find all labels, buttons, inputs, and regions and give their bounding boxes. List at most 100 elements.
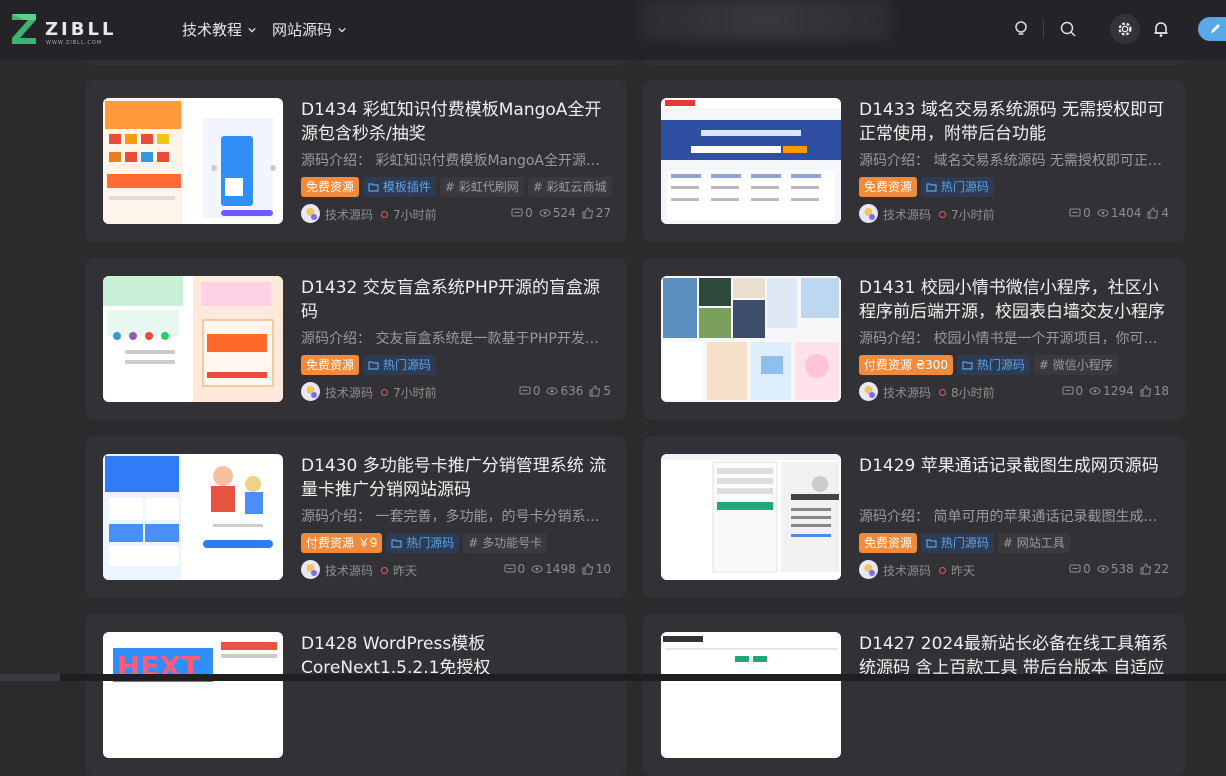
nav-item-tutorials[interactable]: 技术教程	[182, 19, 256, 40]
post-meta: 技术源码 8小时前 0 1294 18	[859, 382, 1169, 402]
post-thumbnail[interactable]: HEXT	[103, 632, 283, 758]
nav-label: 网站源码	[272, 21, 333, 39]
post-thumbnail[interactable]	[661, 98, 841, 224]
view-count: 1498	[531, 562, 576, 576]
post-title[interactable]: D1432 交友盲盒系统PHP开源的盲盒源码	[301, 276, 611, 324]
like-count[interactable]: 4	[1147, 206, 1169, 220]
count-value: 0	[525, 206, 533, 220]
post-card[interactable]: D1427 2024最新站长必备在线工具箱系统源码 含上百款工具 带后台版本 自…	[643, 614, 1185, 776]
write-post-button[interactable]	[1198, 17, 1226, 41]
author-avatar[interactable]	[301, 382, 320, 401]
post-title[interactable]: D1431 校园小情书微信小程序，社区小程序前后端开源，校园表白墙交友小程序	[859, 276, 1169, 324]
tag-paid-resource[interactable]: 付费资源 ￥9	[301, 533, 383, 553]
tag-category[interactable]: 模板插件	[363, 177, 436, 197]
count-value: 22	[1153, 562, 1169, 576]
post-time: 昨天	[951, 564, 976, 578]
site-logo[interactable]: ZIBLL WWW.ZIBLL.COM	[10, 12, 120, 48]
like-count[interactable]: 10	[582, 562, 611, 576]
tag-topic[interactable]: # 彩虹代刷网	[439, 177, 524, 197]
author-name[interactable]: 技术源码	[325, 206, 373, 223]
author-name[interactable]: 技术源码	[325, 562, 373, 579]
author-name[interactable]: 技术源码	[883, 206, 931, 223]
tag-free-resource[interactable]: 免费资源	[859, 177, 918, 197]
thumbs-up-icon	[1147, 207, 1159, 219]
lightbulb-icon[interactable]	[1011, 19, 1031, 39]
tag-topic[interactable]: # 网站工具	[997, 533, 1070, 553]
like-count[interactable]: 27	[582, 206, 611, 220]
tag-paid-resource[interactable]: 付费资源 ₴300	[859, 355, 954, 375]
post-thumbnail[interactable]	[103, 276, 283, 402]
tag-topic[interactable]: # 微信小程序	[1033, 355, 1118, 375]
post-card[interactable]: D1430 多功能号卡推广分销管理系统 流量卡推广分销网站源码 源码介绍： 一套…	[85, 436, 627, 598]
nav-item-source-code[interactable]: 网站源码	[272, 19, 346, 40]
view-count: 1294	[1089, 384, 1134, 398]
like-count[interactable]: 5	[589, 384, 611, 398]
blurred-banner	[640, 0, 890, 40]
count-value: 0	[517, 562, 526, 576]
horizontal-scrollbar[interactable]	[0, 674, 1226, 681]
author-name[interactable]: 技术源码	[883, 384, 931, 401]
post-title[interactable]: D1427 2024最新站长必备在线工具箱系统源码 含上百款工具 带后台版本 自…	[859, 632, 1169, 680]
scrollbar-thumb[interactable]	[0, 674, 60, 681]
count-value: 0	[532, 384, 541, 398]
count-value: 1404	[1110, 206, 1142, 220]
tag-label: 热门源码	[940, 536, 989, 550]
post-thumbnail[interactable]	[661, 632, 841, 758]
author-avatar[interactable]	[301, 560, 320, 579]
author-avatar[interactable]	[859, 560, 878, 579]
theme-toggle-button[interactable]	[1110, 14, 1140, 44]
comment-count: 0	[1062, 384, 1083, 398]
comment-count: 0	[519, 384, 541, 398]
post-thumbnail[interactable]	[661, 276, 841, 402]
post-title[interactable]: D1430 多功能号卡推广分销管理系统 流量卡推广分销网站源码	[301, 454, 611, 502]
like-count[interactable]: 22	[1140, 562, 1169, 576]
time-dot	[939, 211, 946, 218]
tag-free-resource[interactable]: 免费资源	[301, 177, 360, 197]
author-name[interactable]: 技术源码	[883, 562, 931, 579]
tag-label: 热门源码	[976, 358, 1025, 372]
post-title[interactable]: D1434 彩虹知识付费模板MangoA全开源包含秒杀/抽奖	[301, 98, 611, 146]
tag-category[interactable]: 热门源码	[957, 355, 1030, 375]
tag-category[interactable]: 热门源码	[386, 533, 460, 553]
post-meta: 技术源码 昨天 0 538 22	[859, 560, 1169, 580]
author-avatar[interactable]	[301, 204, 320, 223]
eye-icon	[539, 209, 551, 217]
post-time: 8小时前	[951, 386, 995, 400]
tag-category[interactable]: 热门源码	[363, 355, 436, 375]
post-card[interactable]: D1432 交友盲盒系统PHP开源的盲盒源码 源码介绍： 交友盲盒系统是一款基于…	[85, 258, 627, 420]
post-card[interactable]: D1433 域名交易系统源码 无需授权即可正常使用，附带后台功能 源码介绍： 域…	[643, 80, 1185, 242]
post-stats: 0 1294 18	[1062, 384, 1169, 398]
search-icon[interactable]	[1058, 19, 1078, 39]
thumbs-up-icon	[1140, 385, 1151, 397]
post-thumbnail[interactable]	[103, 98, 283, 224]
bell-icon[interactable]	[1151, 19, 1171, 39]
tag-category[interactable]: 热门源码	[921, 533, 994, 553]
like-count[interactable]: 18	[1140, 384, 1169, 398]
tag-free-resource[interactable]: 免费资源	[859, 533, 918, 553]
post-time: 7小时前	[393, 386, 437, 400]
author-avatar[interactable]	[859, 382, 878, 401]
post-card[interactable]: HEXT D1428 WordPress模板CoreNext1.5.2.1免授权	[85, 614, 627, 776]
post-stats: 0 524 27	[511, 206, 611, 220]
post-card[interactable]: D1429 苹果通话记录截图生成网页源码 源码介绍： 简单可用的苹果通话记录截图…	[643, 436, 1185, 598]
tag-topic[interactable]: # 多功能号卡	[463, 533, 548, 553]
post-thumbnail[interactable]	[103, 454, 283, 580]
tag-topic[interactable]: # 彩虹云商城	[527, 177, 612, 197]
post-stats: 0 1404 4	[1069, 206, 1169, 220]
view-count: 524	[539, 206, 576, 220]
post-thumbnail[interactable]	[661, 454, 841, 580]
post-card[interactable]: D1431 校园小情书微信小程序，社区小程序前后端开源，校园表白墙交友小程序 源…	[643, 258, 1185, 420]
tag-free-resource[interactable]: 免费资源	[301, 355, 360, 375]
tag-category[interactable]: 热门源码	[921, 177, 994, 197]
count-value: 524	[552, 206, 576, 220]
author-name[interactable]: 技术源码	[325, 384, 373, 401]
eye-icon	[546, 387, 558, 395]
post-excerpt: 源码介绍： 交友盲盒系统是一款基于PHP开发的开源盲盒	[301, 331, 611, 347]
author-avatar[interactable]	[859, 204, 878, 223]
count-value: 18	[1153, 384, 1169, 398]
post-title[interactable]: D1433 域名交易系统源码 无需授权即可正常使用，附带后台功能	[859, 98, 1169, 146]
post-card[interactable]: D1434 彩虹知识付费模板MangoA全开源包含秒杀/抽奖 源码介绍： 彩虹知…	[85, 80, 627, 242]
post-title[interactable]: D1429 苹果通话记录截图生成网页源码	[859, 454, 1169, 478]
post-title[interactable]: D1428 WordPress模板CoreNext1.5.2.1免授权	[301, 632, 611, 680]
comment-icon	[1062, 386, 1074, 395]
